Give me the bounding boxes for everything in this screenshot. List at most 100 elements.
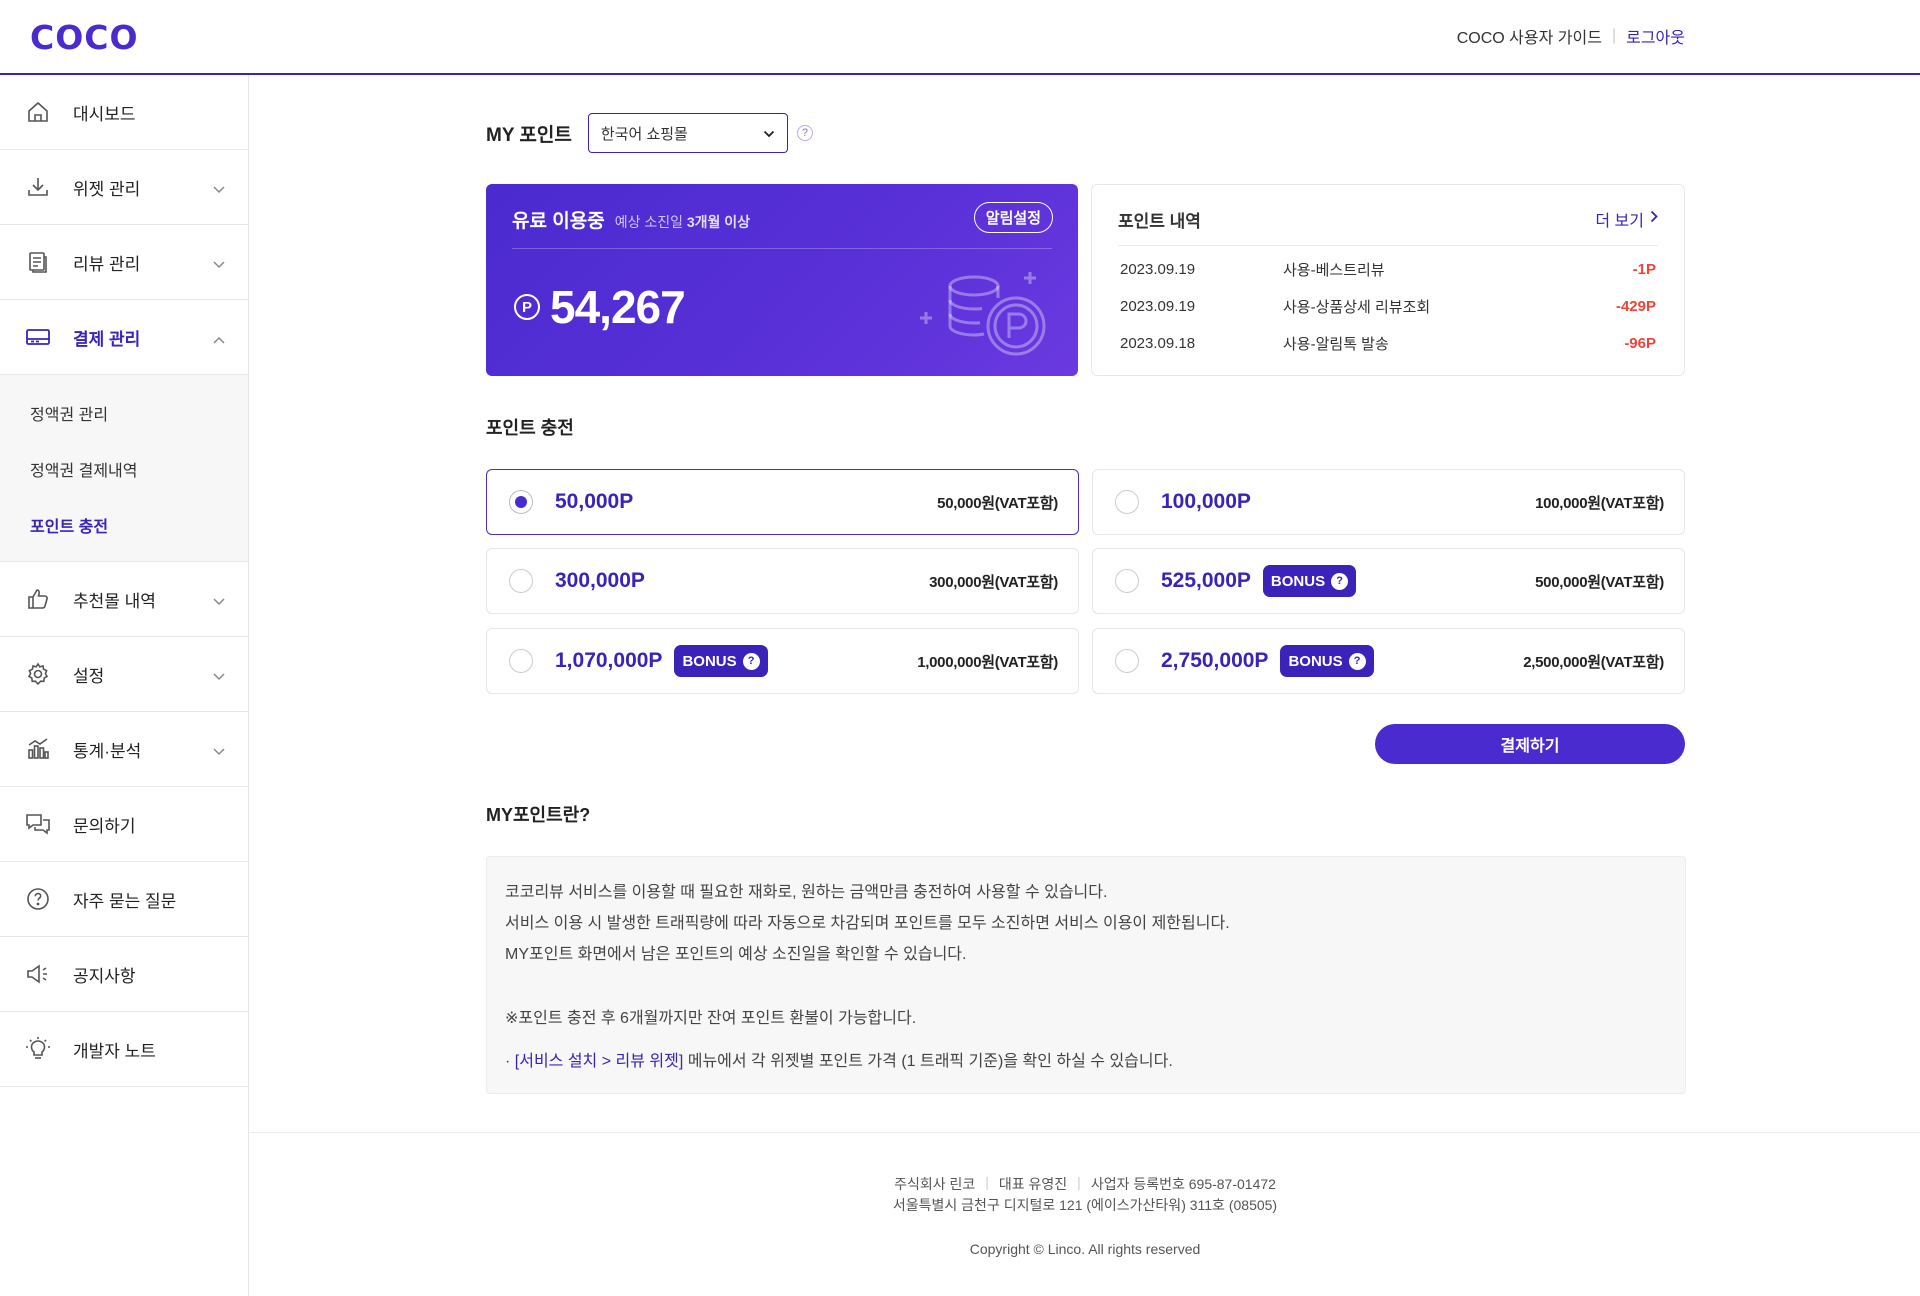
company-name: 주식회사 린코 [894, 1176, 976, 1192]
option-price: 100,000원(VAT포함) [1535, 494, 1664, 512]
radio-button[interactable] [1115, 649, 1139, 673]
sidebar-item-label: 위젯 관리 [73, 179, 141, 199]
sidebar-item-payment[interactable]: 결제 관리 [0, 300, 248, 375]
footer-address: 서울특별시 금천구 디지털로 121 (에이스가산타워) 311호 (08505… [892, 1197, 1278, 1213]
megaphone-icon [25, 961, 51, 987]
submenu-plan-history[interactable]: 정액권 결제내역 [0, 441, 248, 497]
sidebar-item-label: 추천몰 내역 [73, 591, 156, 611]
footer: 주식회사 린코 | 대표 유영진 | 사업자 등록번호 695-87-01472… [250, 1132, 1920, 1296]
option-points: 300,000P [555, 569, 645, 592]
sidebar-item-notice[interactable]: 공지사항 [0, 937, 248, 1012]
thumbs-up-icon [25, 586, 51, 612]
chevron-down-icon [212, 742, 226, 762]
bonus-label: BONUS [1288, 652, 1343, 670]
history-date: 2023.09.18 [1120, 335, 1196, 352]
submenu-fixed-plan[interactable]: 정액권 관리 [0, 385, 248, 441]
pay-button[interactable]: 결제하기 [1375, 724, 1685, 764]
chart-icon [25, 736, 51, 762]
option-price: 1,000,000원(VAT포함) [917, 653, 1058, 671]
radio-button[interactable] [1115, 569, 1139, 593]
logout-link[interactable]: 로그아웃 [1626, 24, 1685, 48]
refund-note: ※포인트 충전 후 6개월까지만 잔여 포인트 환불이 가능합니다. [505, 1010, 917, 1027]
alarm-settings-button[interactable]: 알림설정 [973, 202, 1053, 233]
sidebar-item-devnote[interactable]: 개발자 노트 [0, 1012, 248, 1087]
history-date: 2023.09.19 [1120, 298, 1196, 315]
charge-option-2750000[interactable]: 2,750,000P BONUS ? 2,500,000원(VAT포함) [1092, 628, 1685, 694]
mall-select[interactable]: 한국어 쇼핑몰 [587, 113, 788, 153]
review-widget-link[interactable]: [서비스 설치 > 리뷰 위젯] [515, 1053, 684, 1070]
sidebar-item-dashboard[interactable]: 대시보드 [0, 75, 248, 150]
chevron-right-icon [1650, 210, 1658, 228]
charge-option-1070000[interactable]: 1,070,000P BONUS ? 1,000,000원(VAT포함) [486, 628, 1079, 694]
history-list: 2023.09.19 사용-베스트리뷰 -1P 2023.09.19 사용-상품… [1120, 251, 1656, 362]
chevron-up-icon [212, 330, 226, 350]
option-points: 525,000P [1161, 569, 1251, 592]
coin-stack-icon [918, 264, 1048, 369]
radio-button[interactable] [509, 569, 533, 593]
sidebar-item-review[interactable]: 리뷰 관리 [0, 225, 248, 300]
sidebar-item-label: 공지사항 [73, 966, 136, 986]
home-icon [25, 99, 51, 125]
footer-separator: | [985, 1174, 989, 1190]
expiry-value: 3개월 이상 [686, 214, 751, 230]
header-links: COCO 사용자 가이드 | 로그아웃 [1457, 24, 1685, 48]
history-row: 2023.09.18 사용-알림톡 발송 -96P [1120, 325, 1656, 362]
option-points: 1,070,000P [555, 649, 663, 672]
point-amount: P 54,267 [514, 280, 686, 334]
user-guide-link[interactable]: COCO 사용자 가이드 [1457, 24, 1602, 48]
header-separator: | [1611, 27, 1617, 44]
chevron-down-icon [212, 255, 226, 275]
bonus-badge[interactable]: BONUS ? [674, 645, 768, 677]
bonus-badge[interactable]: BONUS ? [1262, 565, 1357, 597]
widget-price-text: 메뉴에서 각 위젯별 포인트 가격 (1 트래픽 기준)을 확인 하실 수 있습… [683, 1053, 1173, 1070]
ceo-name: 대표 유영진 [998, 1176, 1068, 1192]
page-title: MY 포인트 [486, 124, 572, 146]
info-line: 코코리뷰 서비스를 이용할 때 필요한 재화로, 원하는 금액만큼 충전하여 사… [505, 884, 1108, 901]
chat-icon [25, 811, 51, 837]
lightbulb-icon [25, 1036, 51, 1062]
logo[interactable]: COCO [30, 18, 139, 57]
credit-card-icon [25, 324, 51, 350]
payment-submenu: 정액권 관리 정액권 결제내역 포인트 충전 [0, 375, 248, 562]
paid-status-header: 유료 이용중 예상 소진일 3개월 이상 [512, 206, 750, 233]
copyright: Copyright © Linco. All rights reserved [969, 1241, 1201, 1257]
history-title: 포인트 내역 [1118, 212, 1201, 231]
radio-button[interactable] [509, 490, 533, 514]
sidebar-item-recommend[interactable]: 추천몰 내역 [0, 562, 248, 637]
chevron-down-icon [212, 667, 226, 687]
option-price: 2,500,000원(VAT포함) [1523, 653, 1664, 671]
mypoint-header: MY 포인트 한국어 쇼핑몰 ? [486, 113, 813, 153]
more-link[interactable]: 더 보기 [1595, 207, 1658, 231]
info-line: MY포인트 화면에서 남은 포인트의 예상 소진일을 확인할 수 있습니다. [505, 946, 967, 963]
document-icon [25, 249, 51, 275]
bonus-label: BONUS [1270, 572, 1326, 590]
question-icon: ? [1348, 652, 1366, 670]
charge-option-100000[interactable]: 100,000P 100,000원(VAT포함) [1092, 469, 1685, 535]
charge-option-525000[interactable]: 525,000P BONUS ? 500,000원(VAT포함) [1092, 548, 1685, 614]
sidebar-item-widget[interactable]: 위젯 관리 [0, 150, 248, 225]
about-title: MY포인트란? [486, 805, 591, 825]
sidebar-item-label: 리뷰 관리 [73, 254, 141, 274]
submenu-point-charge[interactable]: 포인트 충전 [0, 497, 248, 553]
history-amount: -1P [1632, 261, 1656, 278]
sidebar-item-settings[interactable]: 설정 [0, 637, 248, 712]
download-icon [25, 174, 51, 200]
history-amount: -429P [1615, 298, 1656, 315]
sidebar-item-faq[interactable]: 자주 묻는 질문 [0, 862, 248, 937]
more-label: 더 보기 [1595, 213, 1644, 230]
sidebar-item-inquiry[interactable]: 문의하기 [0, 787, 248, 862]
history-desc: 사용-알림톡 발송 [1283, 336, 1389, 353]
charge-option-300000[interactable]: 300,000P 300,000원(VAT포함) [486, 548, 1079, 614]
help-icon[interactable]: ? [796, 125, 813, 141]
charge-option-50000[interactable]: 50,000P 50,000원(VAT포함) [486, 469, 1079, 535]
option-points: 50,000P [555, 490, 634, 513]
point-balance: 54,267 [550, 281, 686, 333]
option-price: 300,000원(VAT포함) [929, 573, 1058, 591]
radio-button[interactable] [509, 649, 533, 673]
radio-button[interactable] [1115, 490, 1139, 514]
widget-price-note: · [서비스 설치 > 리뷰 위젯] 메뉴에서 각 위젯별 포인트 가격 (1 … [505, 1046, 1667, 1077]
sidebar-item-stats[interactable]: 통계·분석 [0, 712, 248, 787]
chevron-down-icon [763, 125, 775, 142]
expiry-info: 예상 소진일 3개월 이상 [615, 212, 750, 232]
bonus-badge[interactable]: BONUS ? [1280, 645, 1374, 677]
